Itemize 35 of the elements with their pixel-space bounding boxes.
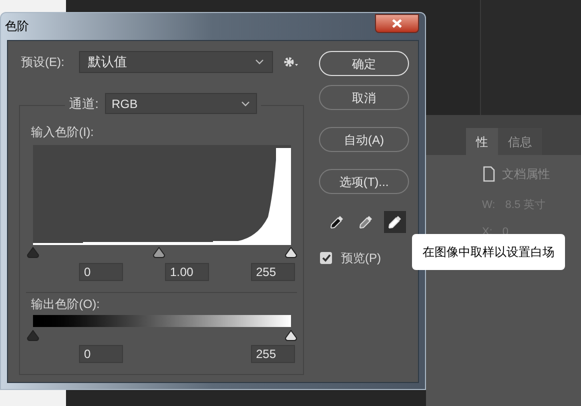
level-input[interactable]: 0 — [79, 345, 123, 363]
level-input[interactable]: 1.00 — [165, 263, 209, 281]
dialog-button[interactable]: 选项(T)... — [319, 169, 409, 194]
channel-label: 通道: — [69, 94, 99, 113]
preview-checkbox[interactable] — [320, 252, 332, 264]
tooltip: 在图像中取样以设置白场 — [412, 234, 565, 270]
panel-tab[interactable]: 性 — [466, 128, 498, 155]
chevron-down-icon — [240, 100, 250, 106]
slider-handle[interactable] — [27, 247, 39, 258]
preset-label: 预设(E): — [21, 54, 66, 71]
preview-label: 预览(P) — [341, 250, 381, 267]
window-title: 色阶 — [5, 18, 29, 35]
output-levels-label: 输出色阶(O): — [31, 296, 100, 313]
level-input[interactable]: 255 — [251, 263, 295, 281]
level-input[interactable]: 0 — [79, 263, 123, 281]
gear-icon[interactable] — [283, 56, 299, 68]
close-button[interactable] — [375, 14, 419, 32]
dialog-button[interactable]: 取消 — [319, 85, 409, 110]
dialog-button[interactable]: 确定 — [319, 51, 409, 76]
slider-handle[interactable] — [285, 247, 297, 258]
channel-dropdown[interactable]: RGB — [104, 93, 257, 114]
preset-dropdown[interactable]: 默认值 — [79, 51, 273, 73]
dialog-button[interactable]: 自动(A) — [319, 127, 409, 152]
eyedropper-icon — [358, 214, 374, 230]
slider-handle[interactable] — [27, 330, 39, 341]
level-input[interactable]: 255 — [251, 345, 295, 363]
eyedropper-icon — [387, 214, 403, 230]
input-levels-label: 输入色阶(I): — [31, 124, 94, 141]
document-icon — [482, 166, 496, 182]
close-icon — [392, 18, 402, 28]
slider-handle[interactable] — [285, 330, 297, 341]
chevron-down-icon — [255, 59, 264, 65]
eyedropper-icon — [329, 214, 345, 230]
slider-handle[interactable] — [153, 247, 166, 258]
eyedropper-tool[interactable] — [384, 211, 406, 233]
